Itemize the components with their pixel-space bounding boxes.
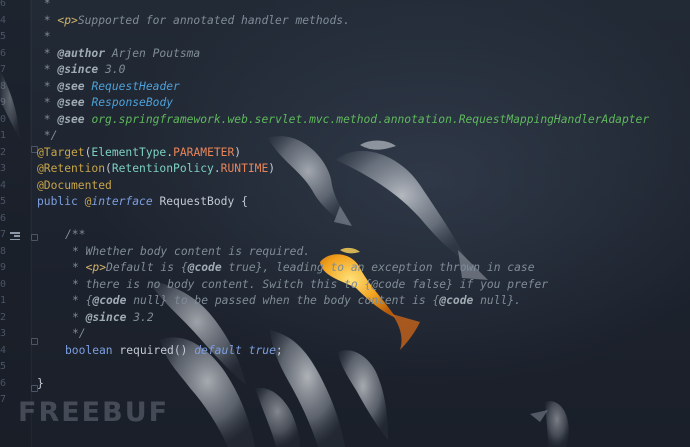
code-text: ) xyxy=(268,162,276,175)
javadoc-tag: @author xyxy=(57,46,106,60)
code-text: { xyxy=(241,195,248,208)
javadoc-tag: @code xyxy=(92,294,127,307)
javadoc-tag: @see xyxy=(57,112,85,126)
code-line: */ xyxy=(72,326,86,343)
comment-text: */ xyxy=(72,327,86,340)
class-reference[interactable]: ElementType xyxy=(91,146,166,159)
code-line: } xyxy=(37,376,44,393)
comment-text: * xyxy=(37,79,58,93)
javadoc-tag: @since xyxy=(57,63,99,76)
code-line: @Target(ElementType.PARAMETER) xyxy=(37,145,241,162)
javadoc-tag: @see xyxy=(57,79,85,93)
code-text: ( xyxy=(105,162,112,175)
code-line: * @see org.springframework.web.servlet.m… xyxy=(37,112,649,129)
keyword: interface xyxy=(91,195,153,208)
annotation[interactable]: @Retention xyxy=(37,162,105,175)
keyword: boolean xyxy=(65,343,120,357)
code-line: * {@code null} to be passed when the bod… xyxy=(72,293,521,310)
html-tag: <p> xyxy=(57,13,78,27)
javadoc-tag: @code xyxy=(439,294,474,307)
code-line: */ xyxy=(37,128,58,145)
code-line: * xyxy=(37,0,51,13)
method-name[interactable]: required() xyxy=(119,344,194,357)
comment-text: /** xyxy=(65,228,86,241)
code-line: * Whether body content is required. xyxy=(72,244,310,261)
constant[interactable]: RUNTIME xyxy=(221,162,269,175)
code-line: public @interface RequestBody { xyxy=(37,194,248,211)
comment-text: * xyxy=(37,30,51,43)
code-line: * @since 3.0 xyxy=(37,62,126,79)
comment-text: * xyxy=(37,112,58,126)
freebuf-watermark-logo: FREEBUF xyxy=(18,397,170,428)
comment-text: null} to be passed when the body content… xyxy=(126,294,440,307)
comment-text: 3.2 xyxy=(126,310,154,324)
comment-text: * xyxy=(37,46,58,60)
javadoc-tag: @since xyxy=(85,310,127,324)
comment-text: * xyxy=(72,261,86,274)
comment-text: Default is { xyxy=(106,261,188,274)
code-text: } xyxy=(37,376,44,390)
code-line: * <p>Supported for annotated handler met… xyxy=(37,13,350,30)
comment-text: * xyxy=(37,96,58,109)
comment-text: Supported for annotated handler methods. xyxy=(77,13,350,27)
comment-text: * xyxy=(37,13,58,27)
code-line: * @see RequestHeader xyxy=(37,79,180,96)
code-line: boolean required() default true; xyxy=(65,343,283,360)
comment-text: Arjen Poutsma xyxy=(105,46,201,60)
javadoc-link[interactable]: RequestHeader xyxy=(91,80,179,93)
annotation[interactable]: @Documented xyxy=(37,179,112,192)
code-line: @Documented xyxy=(37,178,112,195)
code-line: * there is no body content. Switch this … xyxy=(72,277,548,294)
code-line: * <p>Default is {@code true}, leading to… xyxy=(72,260,535,277)
code-line: * @see ResponseBody xyxy=(37,95,173,112)
code-text: ; xyxy=(275,343,283,357)
code-line: * xyxy=(37,29,51,46)
keyword: true xyxy=(248,343,276,357)
comment-text: * xyxy=(72,310,86,324)
comment-text: * xyxy=(37,0,51,10)
comment-text: */ xyxy=(37,129,58,142)
comment-text: null}. xyxy=(473,294,521,307)
comment-text: * Whether body content is required. xyxy=(72,244,311,258)
code-line: @Retention(RetentionPolicy.RUNTIME) xyxy=(37,161,275,178)
javadoc-tag: @see xyxy=(57,96,85,109)
comment-text: 3.0 xyxy=(98,63,126,76)
code-line: /** xyxy=(65,227,85,244)
comment-text: true}, leading to an exception thrown in… xyxy=(221,261,535,274)
javadoc-link[interactable]: ResponseBody xyxy=(91,96,173,109)
comment-text: * xyxy=(37,63,58,76)
constant[interactable]: PARAMETER xyxy=(173,146,234,159)
comment-text: * { xyxy=(72,294,93,307)
javadoc-tag: @code xyxy=(187,261,222,274)
html-tag: <p> xyxy=(85,261,107,274)
code-line: * @since 3.2 xyxy=(72,310,154,327)
keyword: default xyxy=(194,343,249,357)
code-text: ) xyxy=(234,145,242,159)
code-text: . xyxy=(213,162,221,175)
code-line: * @author Arjen Poutsma xyxy=(37,46,200,63)
keyword: public xyxy=(37,195,85,208)
code-editor[interactable]: * * <p>Supported for annotated handler m… xyxy=(0,0,690,447)
annotation[interactable]: @Target xyxy=(37,146,85,159)
comment-text: * there is no body content. Switch this … xyxy=(72,277,549,291)
class-reference[interactable]: RetentionPolicy xyxy=(112,162,214,175)
javadoc-link[interactable]: org.springframework.web.servlet.mvc.meth… xyxy=(91,113,649,126)
interface-name[interactable]: RequestBody xyxy=(153,195,241,208)
